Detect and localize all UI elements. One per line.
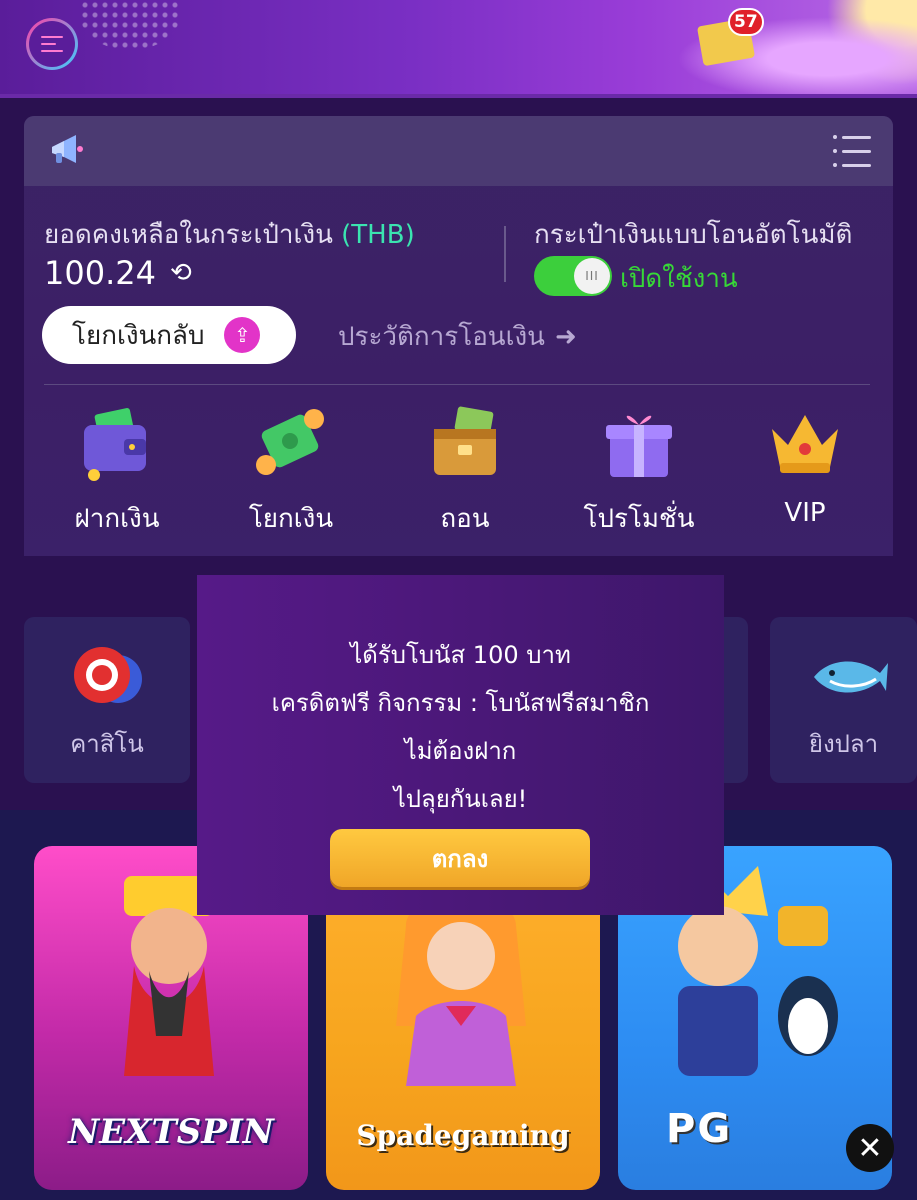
- notification-badge: 57: [728, 8, 764, 36]
- withdraw-back-button[interactable]: โยกเงินกลับ ⇪: [42, 306, 296, 364]
- action-label: ฝากเงิน: [74, 504, 160, 534]
- menu-button[interactable]: [26, 18, 78, 70]
- close-icon[interactable]: ✕: [846, 1124, 894, 1172]
- action-transfer[interactable]: โยกเงิน: [206, 404, 376, 539]
- modal-line-2: เครดิตฟรี กิจกรรม : โบนัสฟรีสมาชิก: [271, 689, 650, 717]
- shark-icon: [810, 647, 890, 711]
- banner-art: [617, 0, 917, 94]
- action-label: VIP: [784, 498, 826, 528]
- crown-icon: [765, 404, 845, 484]
- auto-wallet-toggle[interactable]: III: [534, 256, 612, 296]
- category-fishing[interactable]: ยิงปลา: [770, 617, 917, 783]
- wallet-card-header: [24, 116, 893, 186]
- hamburger-menu-icon: [41, 36, 63, 52]
- top-banner: 57: [0, 0, 917, 98]
- game-art: [386, 886, 536, 1086]
- action-label: โปรโมชั่น: [583, 504, 695, 534]
- ok-button[interactable]: ตกลง: [330, 829, 590, 887]
- game-brand-label: Spadegaming: [356, 1119, 570, 1152]
- balance-display: 100.24 ⟲: [44, 254, 192, 292]
- modal-line-4: ไปลุยกันเลย!: [393, 785, 528, 813]
- action-withdraw[interactable]: ถอน: [380, 404, 550, 539]
- money-transfer-icon: [251, 404, 331, 484]
- transfer-history-link[interactable]: ประวัติการโอนเงิน ➜: [338, 316, 577, 357]
- casino-chips-icon: [68, 643, 148, 717]
- category-label: ยิงปลา: [808, 730, 879, 758]
- wallet-icon: [77, 404, 157, 484]
- gift-box-icon: [599, 404, 679, 484]
- list-menu-icon[interactable]: [833, 135, 871, 167]
- action-label: ถอน: [440, 504, 490, 534]
- action-label: โยกเงิน: [248, 504, 334, 534]
- modal-line-3: ไม่ต้องฝาก: [404, 737, 517, 765]
- category-label: คาสิโน: [70, 730, 144, 758]
- auto-wallet-label: กระเป๋าเงินแบบโอนอัตโนมัติ: [534, 220, 853, 250]
- balance-value: 100.24: [44, 254, 156, 292]
- auto-wallet-status: เปิดใช้งาน: [620, 264, 738, 294]
- withdraw-back-label: โยกเงินกลับ: [72, 320, 205, 351]
- bonus-modal: ได้รับโบนัส 100 บาท เครดิตฟรี กิจกรรม : …: [197, 575, 724, 915]
- quick-actions: ฝากเงิน โยกเงิน ถอน โปรโมชั่น VIP: [24, 404, 893, 534]
- upload-icon: ⇪: [224, 317, 261, 353]
- game-brand-label: NEXTSPIN: [68, 1112, 274, 1152]
- divider: [44, 384, 870, 385]
- category-casino[interactable]: คาสิโน: [24, 617, 190, 783]
- currency-label: (THB): [341, 220, 415, 250]
- divider: [504, 226, 506, 282]
- balance-label-text: ยอดคงเหลือในกระเป๋าเงิน: [44, 220, 333, 250]
- modal-line-1: ได้รับโบนัส 100 บาท: [350, 641, 571, 669]
- refresh-icon[interactable]: ⟲: [170, 258, 192, 288]
- action-deposit[interactable]: ฝากเงิน: [32, 404, 202, 539]
- firework-decoration: [80, 0, 180, 50]
- announcement-icon[interactable]: [46, 131, 86, 171]
- wallet-card: ยอดคงเหลือในกระเป๋าเงิน (THB) 100.24 ⟲ ก…: [24, 116, 893, 556]
- arrow-right-icon: ➜: [554, 321, 577, 352]
- action-vip[interactable]: VIP: [720, 404, 890, 528]
- treasure-chest-icon: [425, 404, 505, 484]
- action-promotion[interactable]: โปรโมชั่น: [554, 404, 724, 539]
- balance-label: ยอดคงเหลือในกระเป๋าเงิน (THB): [44, 214, 415, 255]
- toggle-knob: III: [574, 258, 610, 294]
- transfer-history-label: ประวัติการโอนเงิน: [338, 322, 545, 352]
